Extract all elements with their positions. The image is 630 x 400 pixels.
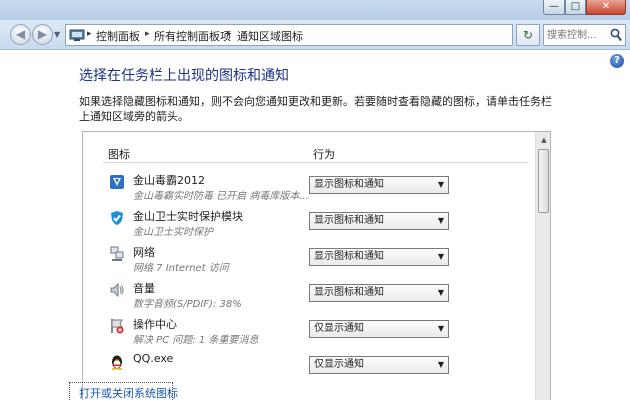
- navigation-bar: ◀ ▶ ▼ ▸ 控制面板 ▸ 所有控制面板项 ▸ 通知区域图标 ▼ ↻: [0, 20, 630, 50]
- vertical-scrollbar[interactable]: ▲: [535, 132, 550, 400]
- scroll-up-arrow-icon[interactable]: ▲: [536, 132, 550, 148]
- back-button[interactable]: ◀: [10, 24, 31, 45]
- item-description: 解决 PC 问题: 1 条重要消息: [133, 335, 259, 346]
- breadcrumb-notification-icons[interactable]: 通知区域图标: [237, 28, 303, 44]
- behavior-value: 仅显示通知: [314, 323, 364, 334]
- behavior-select[interactable]: 显示图标和通知 ▼: [309, 176, 449, 194]
- list-item: 网络 网络 7 Internet 访问 显示图标和通知 ▼: [83, 244, 535, 280]
- behavior-value: 仅显示通知: [314, 359, 364, 370]
- list-item: 音量 数字音频(S/PDIF): 38% 显示图标和通知 ▼: [83, 280, 535, 316]
- page-title: 选择在任务栏上出现的图标和通知: [79, 68, 289, 84]
- list-item: 金山毒霸2012 金山毒霸实时防毒 已开启 病毒库版本... 显示图标和通知 ▼: [83, 172, 535, 208]
- behavior-select[interactable]: 显示图标和通知 ▼: [309, 284, 449, 302]
- shield-k-icon: [110, 175, 124, 189]
- behavior-value: 显示图标和通知: [314, 251, 384, 262]
- item-description: 网络 7 Internet 访问: [133, 263, 229, 274]
- list-item: 操作中心 解决 PC 问题: 1 条重要消息 仅显示通知 ▼: [83, 316, 535, 352]
- dropdown-arrow-icon: ▼: [437, 180, 444, 189]
- behavior-select[interactable]: 仅显示通知 ▼: [309, 356, 449, 374]
- behavior-select[interactable]: 仅显示通知 ▼: [309, 320, 449, 338]
- address-bar[interactable]: ▸ 控制面板 ▸ 所有控制面板项 ▸ 通知区域图标 ▼: [65, 24, 569, 46]
- system-icons-link[interactable]: 打开或关闭系统图标: [79, 385, 178, 400]
- dropdown-arrow-icon: ▼: [437, 324, 444, 333]
- item-description: 数字音频(S/PDIF): 38%: [133, 299, 242, 310]
- notification-icons-list[interactable]: 图标 行为 金山毒霸2012 金山毒霸实时防毒 已开启 病毒库版本... 显示图…: [82, 131, 551, 400]
- behavior-value: 显示图标和通知: [314, 287, 384, 298]
- column-header-action: 行为: [313, 148, 335, 161]
- search-input[interactable]: [547, 28, 607, 42]
- dropdown-arrow-icon: ▼: [437, 252, 444, 261]
- breadcrumb-control-panel[interactable]: 控制面板: [96, 28, 140, 44]
- dropdown-arrow-icon: ▼: [437, 216, 444, 225]
- breadcrumb-separator[interactable]: ▸: [145, 29, 150, 39]
- breadcrumb-all-items[interactable]: 所有控制面板项: [154, 28, 231, 44]
- item-description: 金山卫士实时保护: [133, 227, 213, 238]
- content-area: ? 选择在任务栏上出现的图标和通知 如果选择隐藏图标和通知，则不会向您通知更改和…: [0, 51, 630, 400]
- minimize-button[interactable]: —: [543, 0, 565, 15]
- close-button[interactable]: ✕: [586, 0, 626, 15]
- help-icon[interactable]: ?: [610, 54, 624, 68]
- page-description: 如果选择隐藏图标和通知，则不会向您通知更改和更新。若要随时查看隐藏的图标，请单击…: [79, 95, 552, 123]
- window-title-bar: — □ ✕: [0, 0, 630, 20]
- forward-button[interactable]: ▶: [32, 24, 53, 45]
- refresh-button[interactable]: ↻: [516, 24, 540, 46]
- list-item: 金山卫士实时保护模块 金山卫士实时保护 显示图标和通知 ▼: [83, 208, 535, 244]
- breadcrumb-separator[interactable]: ▸: [227, 29, 232, 39]
- control-panel-icon: [69, 29, 85, 41]
- behavior-value: 显示图标和通知: [314, 215, 384, 226]
- header-divider: [103, 162, 529, 163]
- item-name: 网络: [133, 246, 155, 259]
- behavior-select[interactable]: 显示图标和通知 ▼: [309, 212, 449, 230]
- column-header-icon: 图标: [108, 148, 130, 161]
- network-icon: [110, 246, 124, 261]
- search-box[interactable]: [543, 24, 626, 46]
- dropdown-arrow-icon: ▼: [437, 288, 444, 297]
- recent-pages-dropdown[interactable]: ▼: [54, 30, 60, 39]
- refresh-icon: ↻: [522, 28, 534, 42]
- shield-check-icon: [111, 211, 123, 225]
- maximize-button[interactable]: □: [565, 0, 586, 15]
- item-name: 操作中心: [133, 318, 177, 331]
- search-icon[interactable]: [610, 28, 622, 42]
- scrollbar-thumb[interactable]: [538, 149, 549, 213]
- item-name: 音量: [133, 282, 155, 295]
- dropdown-arrow-icon: ▼: [437, 360, 444, 369]
- speaker-icon: [110, 282, 124, 298]
- behavior-value: 显示图标和通知: [314, 179, 384, 190]
- item-name: QQ.exe: [133, 352, 174, 365]
- item-description: 金山毒霸实时防毒 已开启 病毒库版本...: [133, 191, 309, 202]
- action-center-flag-icon: [111, 319, 124, 334]
- item-name: 金山毒霸2012: [133, 174, 205, 187]
- item-name: 金山卫士实时保护模块: [133, 210, 243, 223]
- breadcrumb-separator[interactable]: ▸: [87, 29, 92, 39]
- qq-penguin-icon: [111, 355, 123, 370]
- behavior-select[interactable]: 显示图标和通知 ▼: [309, 248, 449, 266]
